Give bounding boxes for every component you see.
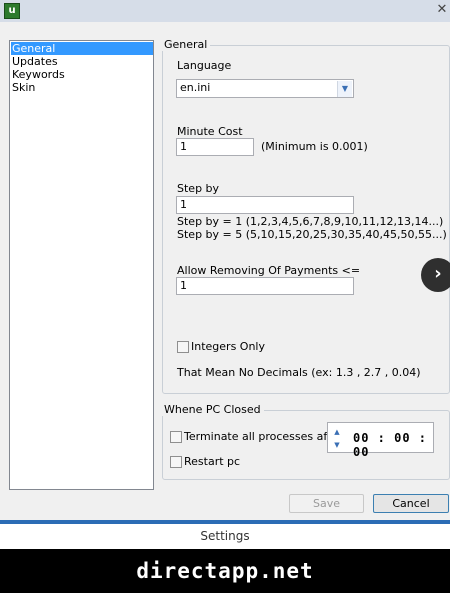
step-by-label: Step by [177,182,220,195]
time-value: 00 : 00 : 00 [353,431,428,459]
nav-item-updates[interactable]: Updates [11,55,153,68]
terminate-checkbox[interactable] [170,431,182,443]
watermark: directapp.net [0,549,450,593]
cancel-button[interactable]: Cancel [373,494,449,513]
time-input[interactable]: ▲ ▼ 00 : 00 : 00 [327,422,434,459]
allow-removing-input[interactable]: 1 [176,277,354,295]
integers-only-checkbox[interactable] [177,341,189,353]
integers-only-label: Integers Only [191,340,265,353]
app-icon: u [4,3,20,19]
step-by-input[interactable]: 1 [176,196,354,214]
minute-cost-label: Minute Cost [177,125,243,138]
spin-up-icon[interactable]: ▲ [330,425,344,439]
minute-cost-hint: (Minimum is 0.001) [261,140,368,153]
close-icon[interactable]: ✕ [434,2,450,18]
dropdown-arrow-icon[interactable]: ▼ [337,81,352,97]
language-select[interactable]: en.ini ▼ [176,79,354,98]
restart-label: Restart pc [184,455,241,468]
nav-item-general[interactable]: General [11,42,153,55]
general-group-title: General [162,39,211,51]
spin-down-icon[interactable]: ▼ [330,438,344,452]
title-bar [0,0,450,23]
allow-removing-label: Allow Removing Of Payments <= [177,264,361,277]
pc-closed-group-title: Whene PC Closed [162,404,264,416]
allow-removing-value: 1 [180,279,187,292]
settings-category-list[interactable]: General Updates Keywords Skin [9,40,154,490]
step-by-value: 1 [180,198,187,211]
step-by-example-2: Step by = 5 (5,10,15,20,25,30,35,40,45,5… [177,228,447,241]
nav-item-keywords[interactable]: Keywords [11,68,153,81]
integers-only-note: That Mean No Decimals (ex: 1.3 , 2.7 , 0… [177,366,421,379]
language-label: Language [177,59,232,72]
restart-checkbox[interactable] [170,456,182,468]
terminate-label: Terminate all processes after [184,430,343,443]
save-button[interactable]: Save [289,494,364,513]
minute-cost-value: 1 [180,140,187,153]
minute-cost-input[interactable]: 1 [176,138,254,156]
step-by-example-1: Step by = 1 (1,2,3,4,5,6,7,8,9,10,11,12,… [177,215,444,228]
screenshot-caption: Settings [0,524,450,549]
nav-item-skin[interactable]: Skin [11,81,153,94]
language-value: en.ini [180,81,211,94]
chevron-right-icon[interactable]: › [421,258,450,292]
